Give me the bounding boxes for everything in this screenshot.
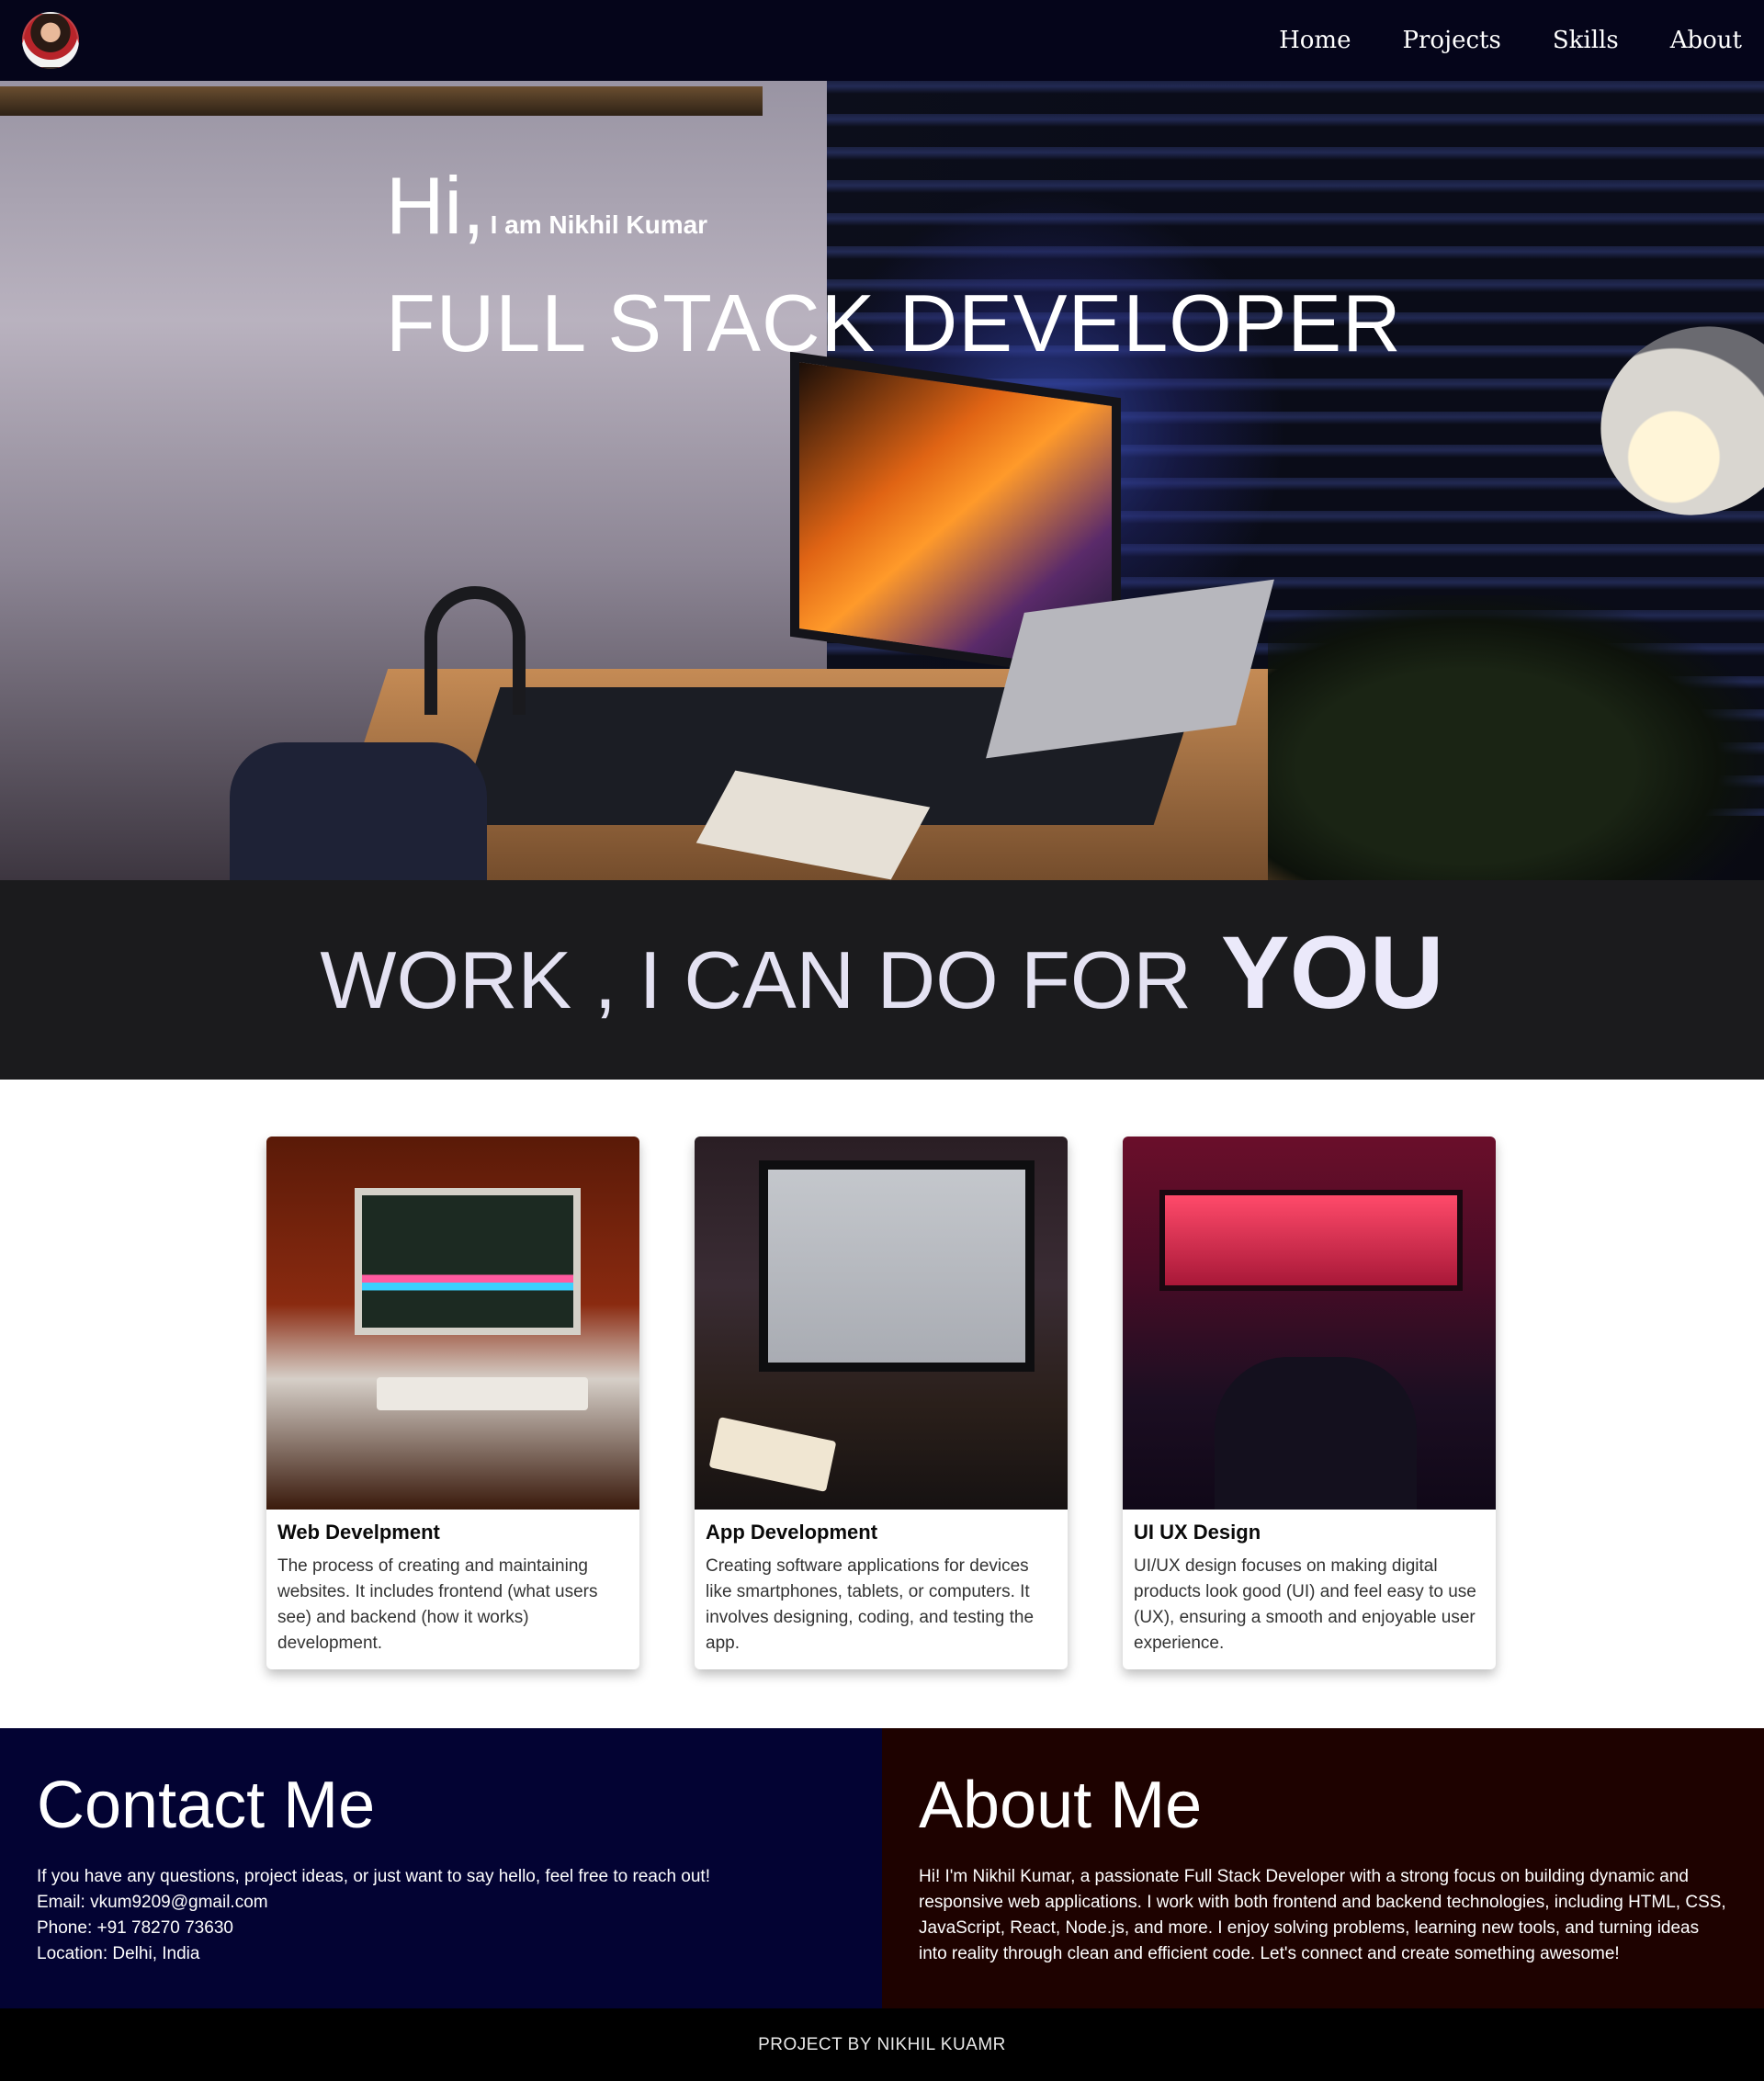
nav-link-projects[interactable]: Projects xyxy=(1402,27,1500,54)
hero-role: FULL STACK DEVELOPER xyxy=(386,277,1402,368)
card-description: The process of creating and maintaining … xyxy=(277,1556,598,1653)
about-title: About Me xyxy=(919,1769,1203,1842)
app-image-monitor xyxy=(759,1160,1035,1372)
hero-hi: Hi, xyxy=(386,160,485,251)
card-title: UI UX Design xyxy=(1134,1521,1261,1544)
footer-credit: PROJECT BY NIKHIL KUAMR xyxy=(758,2034,1006,2054)
app-development-image xyxy=(695,1137,1068,1510)
services-cards: Web Develpment The process of creating a… xyxy=(266,1137,1496,1669)
web-image-monitor xyxy=(355,1188,581,1335)
ui-image-chair xyxy=(1215,1357,1417,1510)
contact-location: Location: Delhi, India xyxy=(37,1944,200,1963)
about-section: About Me Hi! I'm Nikhil Kumar, a passion… xyxy=(882,1728,1764,2008)
hero-headphones xyxy=(424,586,526,715)
card-title: App Development xyxy=(706,1521,878,1544)
hero-greeting: Hi, I am Nikhil Kumar xyxy=(386,165,707,246)
nav-links: Home Projects Skills About xyxy=(1279,27,1742,54)
contact-phone[interactable]: Phone: +91 78270 73630 xyxy=(37,1916,845,1941)
card-description: UI/UX design focuses on making digital p… xyxy=(1134,1556,1476,1653)
web-development-image xyxy=(266,1137,639,1510)
footer: PROJECT BY NIKHIL KUAMR xyxy=(0,2008,1764,2081)
ui-ux-design-image xyxy=(1123,1137,1496,1510)
ui-image-monitor xyxy=(1159,1190,1463,1291)
work-banner: WORK , I CAN DO FOR YOU xyxy=(0,880,1764,1080)
nav-link-skills[interactable]: Skills xyxy=(1553,27,1619,54)
service-card-uiux[interactable]: UI UX Design UI/UX design focuses on mak… xyxy=(1123,1137,1496,1669)
nav-link-home[interactable]: Home xyxy=(1279,27,1351,54)
banner-emphasis: YOU xyxy=(1220,915,1444,1030)
web-image-keyboard xyxy=(377,1377,588,1410)
navbar: Home Projects Skills About xyxy=(0,0,1764,81)
contact-email[interactable]: Email: vkum9209@gmail.com xyxy=(37,1890,845,1916)
nav-link-about[interactable]: About xyxy=(1670,27,1742,54)
app-image-keyboard xyxy=(708,1417,837,1492)
contact-section: Contact Me If you have any questions, pr… xyxy=(0,1728,882,2008)
contact-title: Contact Me xyxy=(37,1769,376,1842)
contact-intro: If you have any questions, project ideas… xyxy=(37,1867,710,1886)
hero-shelf xyxy=(0,86,763,116)
about-text: Hi! I'm Nikhil Kumar, a passionate Full … xyxy=(919,1867,1726,1963)
profile-avatar[interactable] xyxy=(22,12,79,69)
banner-heading: WORK , I CAN DO FOR xyxy=(320,933,1192,1025)
hero-chair xyxy=(230,742,487,880)
card-description: Creating software applications for devic… xyxy=(706,1556,1035,1653)
service-card-web[interactable]: Web Develpment The process of creating a… xyxy=(266,1137,639,1669)
hero-name: I am Nikhil Kumar xyxy=(490,210,708,239)
hero-plant xyxy=(1268,595,1764,880)
service-card-app[interactable]: App Development Creating software applic… xyxy=(695,1137,1068,1669)
card-title: Web Develpment xyxy=(277,1521,440,1544)
hero-section xyxy=(0,81,1764,880)
